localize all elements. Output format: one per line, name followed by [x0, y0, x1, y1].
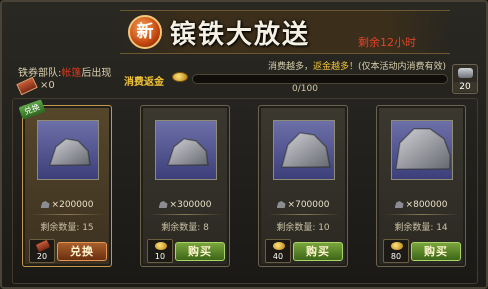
spend-info-highlight: 返金越多！ [313, 62, 359, 72]
scroll-icon [35, 239, 51, 253]
card-divider [149, 214, 223, 215]
scroll-icon [16, 76, 38, 96]
price-value: 40 [272, 252, 284, 261]
scroll-source-prefix: 铁券部队: [18, 68, 62, 79]
event-window: 新 镔铁大放送 剩余12小时 铁券部队:帐篷后出现 ×0 消费越多，返金越多！(… [0, 0, 488, 289]
rebate-reward-count: 20 [453, 82, 477, 92]
offer-card[interactable]: ×800000 剩余数量: 14 80 购买 [376, 105, 466, 267]
new-badge: 新 [128, 15, 162, 49]
iron-ore-icon [37, 120, 99, 180]
spend-info-suffix: (仅本活动内消费有效) [358, 62, 447, 72]
offer-card[interactable]: ×700000 剩余数量: 10 40 购买 [258, 105, 348, 267]
spend-progress-text: 0/100 [292, 84, 318, 94]
price-value: 10 [154, 252, 166, 261]
gold-icon [172, 72, 188, 82]
buy-button[interactable]: 购买 [175, 242, 225, 261]
ore-mini-icon [276, 201, 286, 208]
ore-mini-icon [40, 201, 50, 208]
ore-mini-icon [158, 201, 168, 208]
spend-info: 消费越多，返金越多！(仅本活动内消费有效) [268, 59, 446, 72]
ore-amount-text: ×300000 [169, 200, 212, 210]
gold-icon [155, 242, 167, 250]
offer-card[interactable]: 兑换 ×200000 剩余数量: 15 20 兑换 [18, 99, 112, 267]
remaining-stock: 剩余数量: 8 [161, 223, 209, 233]
buy-button[interactable]: 购买 [293, 242, 343, 261]
event-title: 镔铁大放送 [170, 20, 311, 50]
iron-ore-icon [391, 120, 453, 180]
card-divider [267, 214, 341, 215]
ore-amount-text: ×700000 [287, 200, 330, 210]
ore-amount-text: ×200000 [51, 200, 94, 210]
ore-amount-text: ×800000 [405, 200, 448, 210]
exchange-button[interactable]: 兑换 [57, 242, 107, 261]
iron-ore-icon [155, 120, 217, 180]
price-value: 20 [36, 252, 48, 261]
price-box: 20 [29, 239, 55, 263]
ore-amount: ×700000 [259, 200, 347, 210]
offer-card[interactable]: ×300000 剩余数量: 8 10 购买 [140, 105, 230, 267]
iron-ore-icon [273, 120, 335, 180]
remaining-stock: 剩余数量: 15 [40, 223, 94, 233]
remaining-time: 剩余12小时 [358, 36, 416, 49]
ore-amount: ×200000 [23, 200, 111, 210]
price-value: 80 [390, 252, 402, 261]
price-box: 10 [147, 239, 173, 263]
spend-progress-bar [192, 74, 448, 84]
scroll-source-suffix: 后出现 [81, 68, 112, 79]
scroll-source-highlight: 帐篷 [61, 68, 82, 79]
scroll-count: ×0 [40, 80, 55, 91]
price-box: 80 [383, 239, 409, 263]
ore-amount: ×800000 [377, 200, 465, 210]
remaining-stock: 剩余数量: 14 [394, 223, 448, 233]
ore-amount: ×300000 [141, 200, 229, 210]
gold-icon [273, 242, 285, 250]
card-divider [31, 214, 105, 215]
buy-button[interactable]: 购买 [411, 242, 461, 261]
spend-rebate-label: 消费返金 [124, 77, 164, 88]
spend-info-prefix: 消费越多， [268, 62, 314, 72]
rebate-reward-box[interactable]: 20 [452, 64, 478, 94]
silver-ingot-icon [458, 68, 473, 78]
card-divider [385, 214, 459, 215]
gold-icon [391, 242, 403, 250]
price-box: 40 [265, 239, 291, 263]
ore-mini-icon [394, 201, 404, 208]
remaining-stock: 剩余数量: 10 [276, 223, 330, 233]
